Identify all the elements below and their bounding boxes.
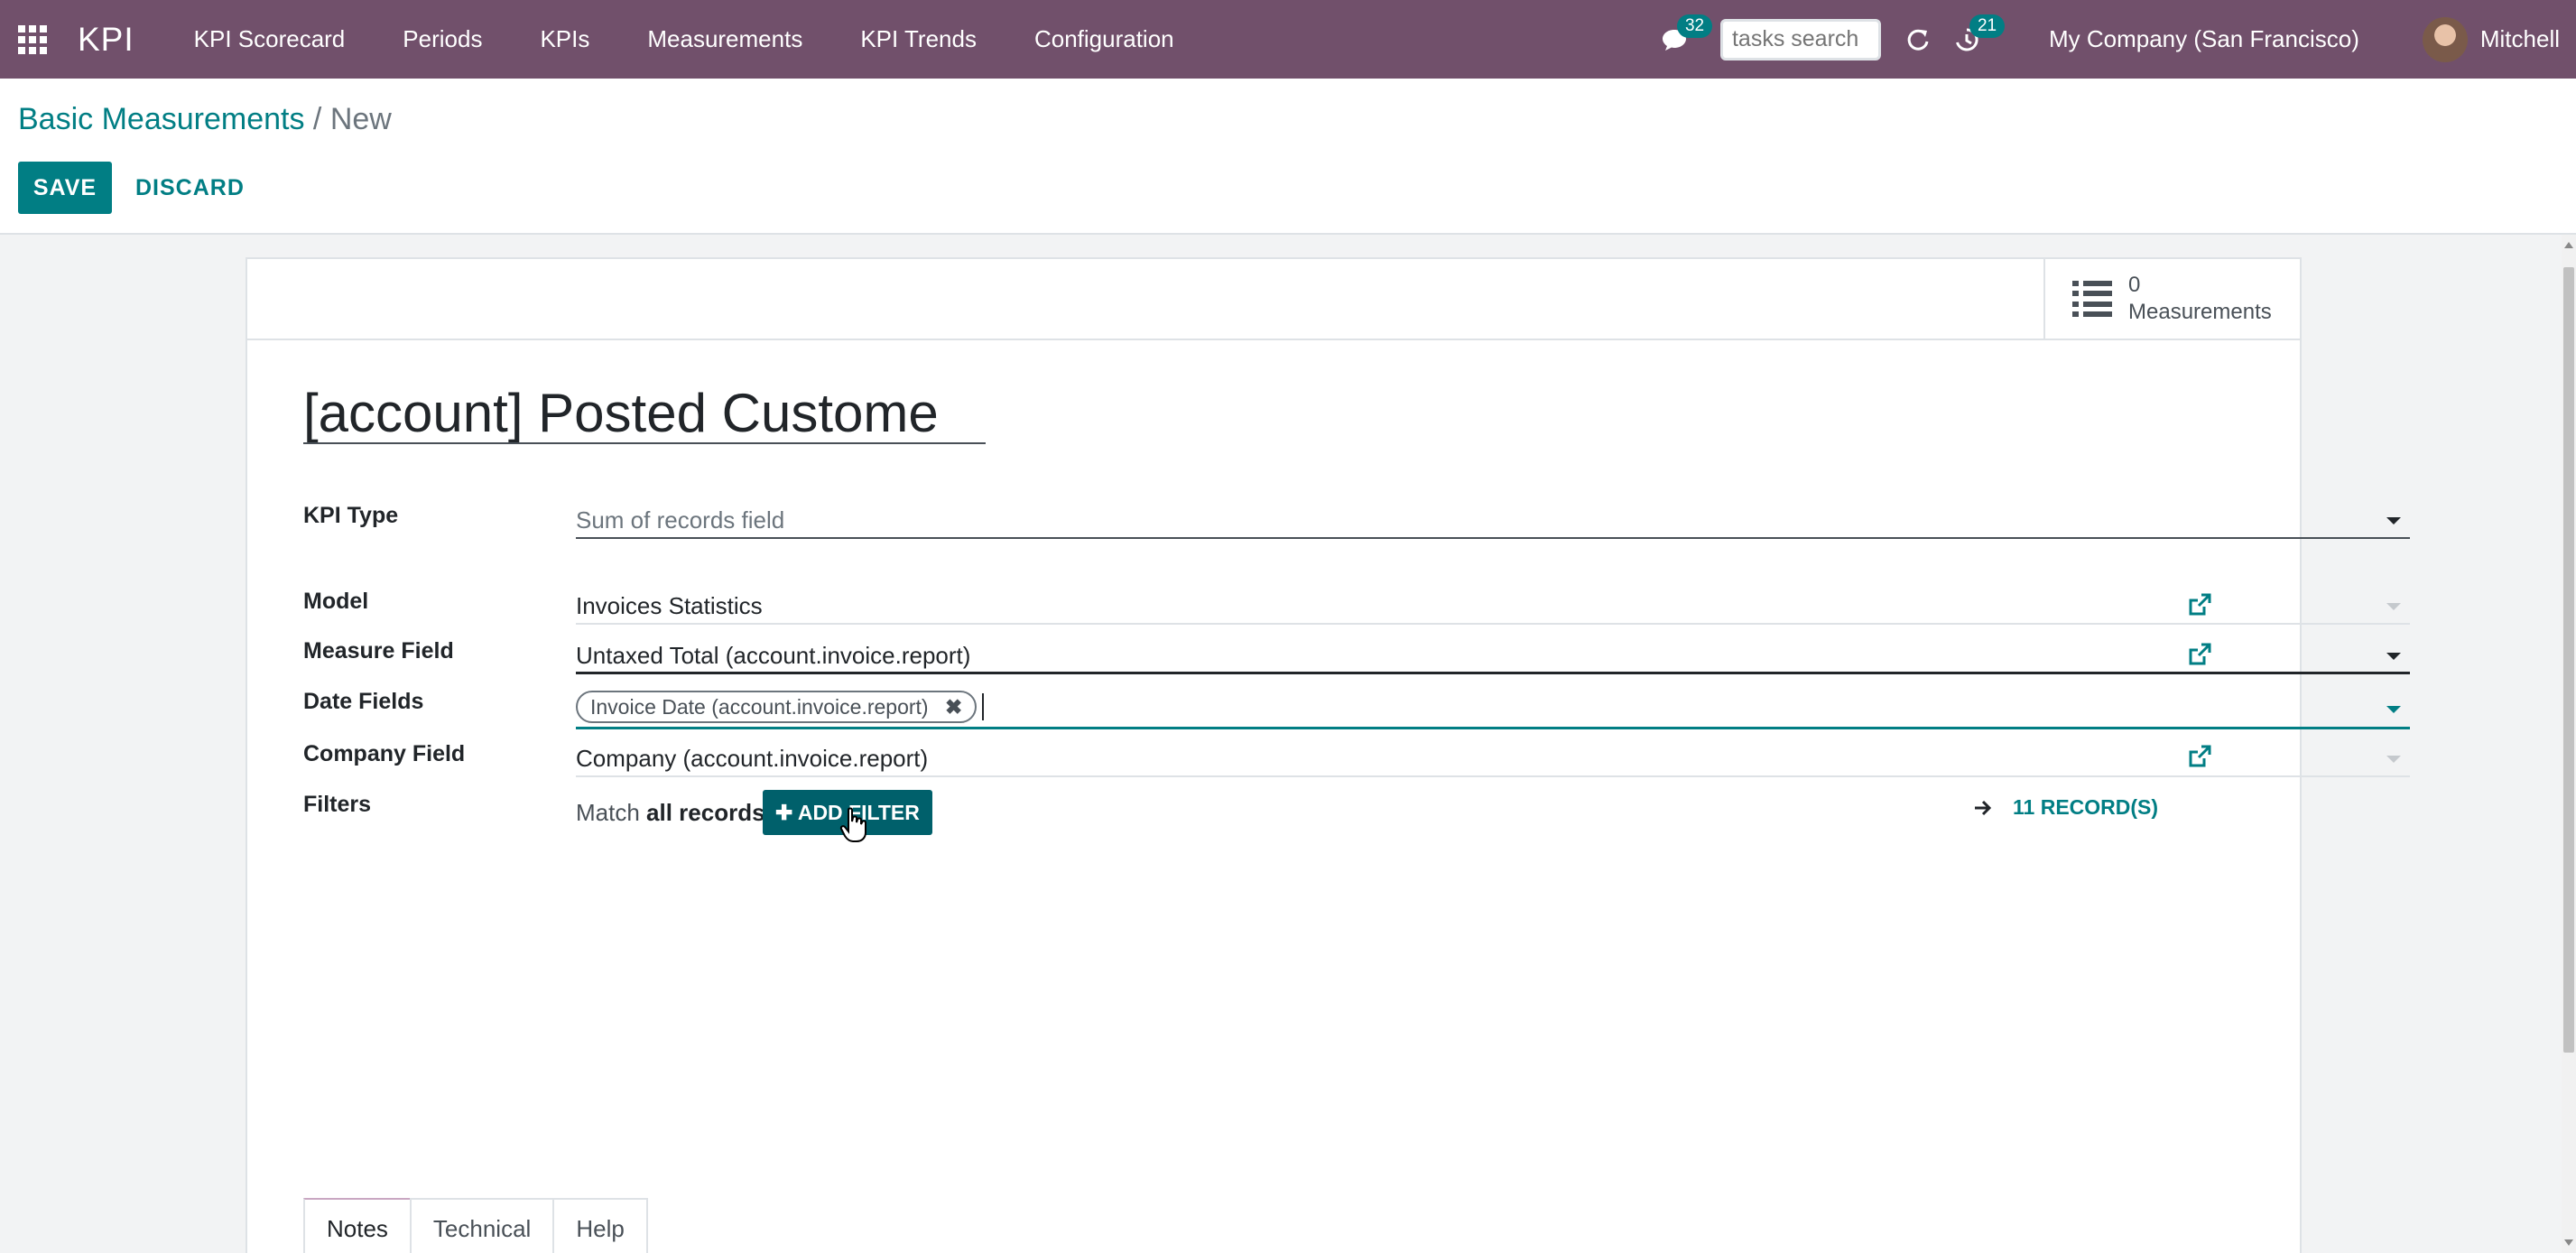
records-link[interactable]: 11 RECORD(S) xyxy=(1973,795,2158,820)
scroll-down-icon[interactable] xyxy=(2564,1239,2573,1246)
refresh-button[interactable] xyxy=(1894,0,1942,79)
main-menu: KPI Scorecard Periods KPIs Measurements … xyxy=(165,0,1203,79)
kpi-type-value: Sum of records field xyxy=(576,506,785,534)
match-value: all records xyxy=(646,799,765,826)
kpi-type-select[interactable]: Sum of records field xyxy=(576,503,2410,539)
kpi-name-value: [account] Posted Custome xyxy=(303,383,939,443)
arrow-right-icon xyxy=(1975,800,1992,815)
menu-item-kpi-trends[interactable]: KPI Trends xyxy=(831,0,1005,79)
stat-button-text: 0 Measurements xyxy=(2128,272,2272,326)
menu-item-measurements[interactable]: Measurements xyxy=(618,0,831,79)
menu-item-periods[interactable]: Periods xyxy=(374,0,511,79)
text-cursor xyxy=(982,693,985,720)
breadcrumb: Basic Measurements / New xyxy=(18,102,392,137)
date-field-tag-label: Invoice Date (account.invoice.report) xyxy=(590,695,929,719)
chevron-down-icon xyxy=(2386,517,2401,524)
breadcrumb-separator: / xyxy=(312,102,322,136)
external-link-icon[interactable] xyxy=(2186,641,2213,668)
control-panel: Basic Measurements / New SAVE DISCARD xyxy=(0,79,2576,235)
hand-pointer-icon xyxy=(839,807,866,842)
breadcrumb-current: New xyxy=(329,102,392,136)
match-prefix: Match xyxy=(576,799,640,826)
plus-icon: ✚ xyxy=(775,800,793,824)
refresh-icon xyxy=(1907,29,1929,51)
kpi-name-field[interactable]: [account] Posted Custome xyxy=(303,383,986,444)
menu-item-kpi-scorecard[interactable]: KPI Scorecard xyxy=(165,0,375,79)
tab-help[interactable]: Help xyxy=(552,1198,648,1253)
records-count: 11 RECORD(S) xyxy=(2013,795,2159,819)
model-field[interactable]: Invoices Statistics xyxy=(576,589,2410,625)
apps-grid-icon[interactable] xyxy=(0,0,65,79)
measure-field-label: Measure Field xyxy=(303,638,454,664)
activities-button[interactable]: 21 xyxy=(1942,0,2006,79)
measurements-stat-button[interactable]: 0 Measurements xyxy=(2043,259,2300,339)
measurements-label: Measurements xyxy=(2128,300,2272,324)
chevron-down-icon xyxy=(2386,756,2401,763)
measurements-count: 0 xyxy=(2128,273,2141,297)
notebook-tabs: Notes Technical Help xyxy=(303,1198,648,1253)
form-sheet: 0 Measurements [account] Posted Custome … xyxy=(246,257,2410,1253)
list-icon xyxy=(2072,281,2112,317)
date-field-tag: Invoice Date (account.invoice.report) ✖ xyxy=(576,691,978,723)
tasks-search-input[interactable] xyxy=(1719,18,1881,60)
model-value: Invoices Statistics xyxy=(576,592,763,619)
save-button[interactable]: SAVE xyxy=(18,162,112,214)
menu-item-kpis[interactable]: KPIs xyxy=(511,0,618,79)
activities-count-badge: 21 xyxy=(1969,14,2006,38)
app-brand[interactable]: KPI xyxy=(78,21,134,59)
external-link-icon[interactable] xyxy=(2186,591,2213,618)
model-label: Model xyxy=(303,589,369,614)
measure-field-input[interactable]: Untaxed Total (account.invoice.report) xyxy=(576,638,2410,674)
button-box: 0 Measurements xyxy=(247,259,2300,340)
measure-field-value: Untaxed Total (account.invoice.report) xyxy=(576,642,971,669)
navbar-systray: 32 21 My Company (San Francisco) Mitchel… xyxy=(1650,0,2576,79)
scroll-up-icon[interactable] xyxy=(2564,242,2573,248)
top-navbar: KPI KPI Scorecard Periods KPIs Measureme… xyxy=(0,0,2576,79)
kpi-type-label: KPI Type xyxy=(303,503,399,528)
menu-item-configuration[interactable]: Configuration xyxy=(1005,0,1203,79)
date-fields-label: Date Fields xyxy=(303,689,424,714)
messages-count-badge: 32 xyxy=(1676,14,1713,38)
tab-notes[interactable]: Notes xyxy=(303,1198,412,1253)
discard-button[interactable]: DISCARD xyxy=(125,162,255,214)
scrollbar-thumb[interactable] xyxy=(2563,267,2574,1053)
filter-match-text: Match all records xyxy=(576,799,765,827)
company-field-value: Company (account.invoice.report) xyxy=(576,745,929,772)
avatar[interactable] xyxy=(2422,16,2468,62)
messages-button[interactable]: 32 xyxy=(1650,0,1713,79)
remove-tag-icon[interactable]: ✖ xyxy=(945,692,962,721)
company-field-input[interactable]: Company (account.invoice.report) xyxy=(576,741,2410,777)
chevron-down-icon xyxy=(2386,706,2401,713)
page-scrollbar[interactable] xyxy=(2562,235,2576,1253)
breadcrumb-parent[interactable]: Basic Measurements xyxy=(18,102,304,136)
chevron-down-icon xyxy=(2386,653,2401,660)
date-fields-input[interactable]: Invoice Date (account.invoice.report) ✖ xyxy=(576,690,2410,729)
company-switcher[interactable]: My Company (San Francisco) xyxy=(2049,25,2359,53)
external-link-icon[interactable] xyxy=(2186,743,2213,770)
user-menu[interactable]: Mitchell xyxy=(2480,25,2560,53)
chevron-down-icon xyxy=(2386,603,2401,610)
tab-technical[interactable]: Technical xyxy=(409,1198,555,1253)
filters-label: Filters xyxy=(303,792,372,817)
company-field-label: Company Field xyxy=(303,741,466,766)
